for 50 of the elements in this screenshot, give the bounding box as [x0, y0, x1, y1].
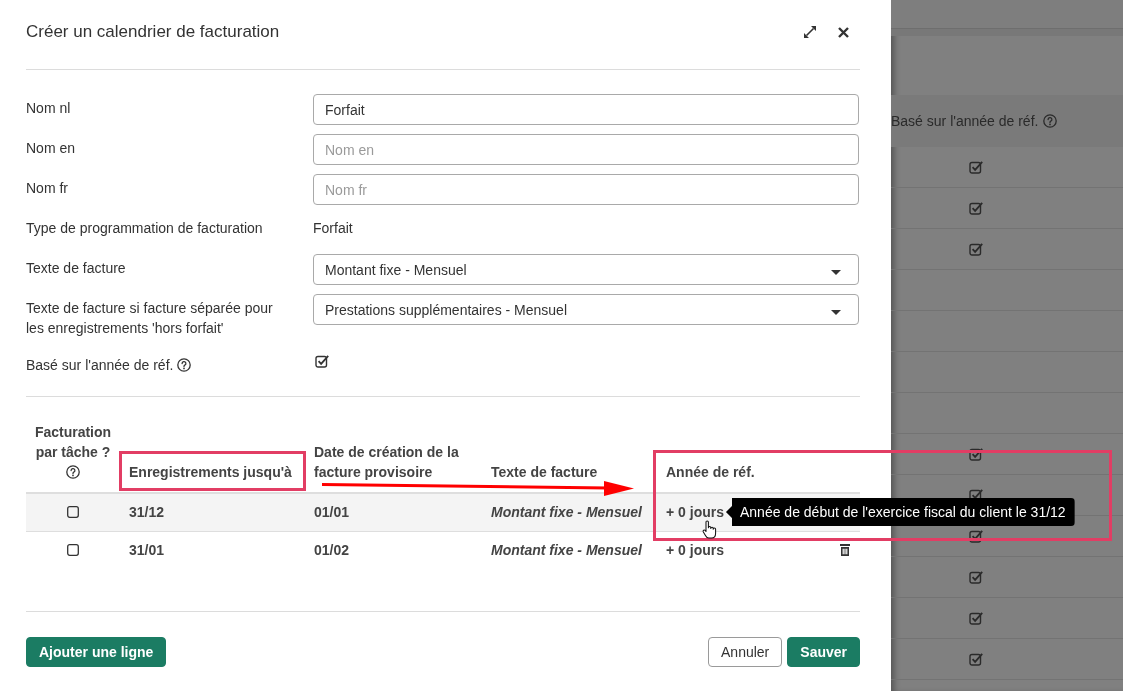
checkbox[interactable] — [67, 544, 79, 556]
invoice-text: Montant fixe - Mensuel — [491, 504, 642, 520]
date-text: 31/01 — [129, 542, 165, 558]
field-label: Nom en — [26, 140, 76, 156]
field-value: Forfait — [313, 219, 353, 238]
text-field[interactable]: Nom en — [313, 134, 859, 165]
check-icon — [969, 447, 983, 461]
field-label: Type de programmation de facturation — [26, 220, 263, 236]
help-icon[interactable] — [177, 358, 192, 372]
field-label: Texte de facture — [26, 260, 126, 276]
check-icon — [969, 611, 983, 625]
check-icon — [969, 242, 983, 256]
close-icon[interactable] — [838, 26, 849, 38]
text-field[interactable]: Nom fr — [313, 174, 859, 205]
check-icon — [969, 652, 983, 666]
trash-icon[interactable] — [840, 544, 850, 556]
column-header: Enregistrements jusqu'à — [129, 464, 292, 480]
field-label: Texte de facture si facture séparée pour les enregistrements 'hors forfait' — [26, 300, 273, 336]
check-icon — [969, 201, 983, 215]
tooltip: Année de début de l'exercice fiscal du client le 31/12 — [725, 498, 1075, 526]
checkbox[interactable] — [67, 506, 79, 518]
save-button[interactable]: Sauver — [787, 637, 860, 667]
field-label: Nom nl — [26, 100, 71, 116]
caret-icon — [831, 309, 841, 315]
check-icon — [969, 160, 983, 174]
check-icon — [969, 570, 983, 584]
expand-icon[interactable] — [804, 26, 816, 38]
invoice-text: Montant fixe - Mensuel — [491, 542, 642, 558]
column-header: Année de réf. — [666, 464, 755, 480]
dropdown[interactable]: Prestations supplémentaires - Mensuel — [313, 294, 859, 325]
help-icon[interactable] — [66, 465, 80, 479]
dropdown[interactable]: Montant fixe - Mensuel — [313, 254, 859, 285]
column-header: Facturation par tâche ? — [33, 423, 113, 462]
checkbox[interactable] — [315, 354, 329, 368]
text-field[interactable]: Forfait — [313, 94, 859, 125]
field-label: Basé sur l'année de réf. — [26, 357, 174, 373]
add-line-button[interactable]: Ajouter une ligne — [26, 637, 167, 667]
caret-icon — [831, 269, 841, 275]
check-icon — [969, 529, 983, 543]
column-header: Basé sur l'année de réf. — [891, 113, 1039, 129]
cancel-button[interactable]: Annuler — [708, 637, 783, 667]
dialog-title: Créer un calendrier de facturation — [26, 21, 280, 43]
date-text: 01/01 — [314, 504, 350, 520]
column-header: Texte de facture — [491, 464, 598, 480]
offset-text: + 0 jours — [666, 542, 724, 558]
offset-text: + 0 jours — [666, 504, 724, 520]
date-text: 01/02 — [314, 542, 350, 558]
date-text: 31/12 — [129, 504, 165, 520]
field-label: Nom fr — [26, 180, 68, 196]
column-header: Date de création de la facture provisoire — [314, 444, 459, 480]
